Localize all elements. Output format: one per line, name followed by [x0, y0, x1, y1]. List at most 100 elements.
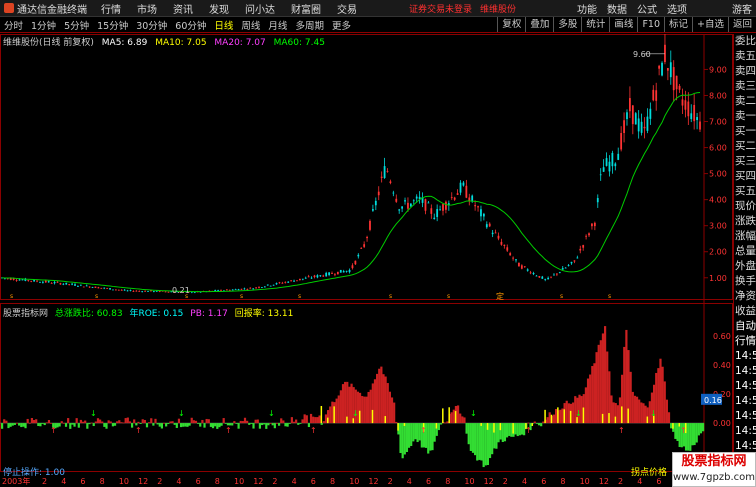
indicator-bar — [158, 423, 161, 427]
indicator-bar-yellow — [493, 423, 495, 433]
indicator-bar — [546, 417, 549, 424]
menu-functions[interactable]: 功能 — [572, 1, 602, 16]
period-tab[interactable]: 30分钟 — [132, 18, 171, 32]
indicator-bar — [405, 423, 409, 453]
kline-candle — [258, 286, 260, 288]
kline-candle — [269, 285, 272, 287]
x-axis-month-label: 8 — [215, 477, 220, 486]
indicator-bar — [584, 387, 588, 424]
quote-panel-item[interactable]: 买二 — [734, 139, 756, 154]
indicator-bar — [565, 400, 568, 424]
period-tab[interactable]: 月线 — [264, 18, 291, 32]
quote-panel-item[interactable]: 现价 — [734, 199, 756, 214]
quote-panel-item[interactable]: 委比 — [734, 34, 756, 49]
indicator-bar — [450, 412, 453, 424]
quote-panel-item[interactable]: 收益 — [734, 304, 756, 319]
indicator-bar — [697, 423, 700, 436]
quote-panel-item[interactable]: 14:50 — [734, 364, 756, 379]
period-tab[interactable]: 周线 — [237, 18, 264, 32]
signal-arrow: ↑ — [525, 426, 532, 435]
indicator-bar — [190, 417, 193, 424]
f10-button[interactable]: F10 — [637, 17, 664, 32]
quote-panel-item[interactable]: 外盘 — [734, 259, 756, 274]
x-axis-month-label: 12 — [138, 477, 148, 486]
quote-panel-item[interactable]: 净资 — [734, 289, 756, 304]
kline-candle — [553, 274, 555, 276]
indicator-bar — [540, 423, 543, 427]
adjust-button[interactable]: 复权 — [497, 17, 525, 32]
quote-panel-item[interactable]: 涨跌 — [734, 214, 756, 229]
back-button[interactable]: 返回 — [727, 17, 756, 32]
chart-area[interactable]: 9.00 8.00 7.00 6.00 5.00 4.00 3.00 2.00 1.00 9.60… — [0, 30, 733, 487]
indicator-bar — [318, 415, 321, 424]
draw-line-button[interactable]: 画线 — [609, 17, 637, 32]
menu-ask[interactable]: 问小达 — [237, 1, 283, 16]
overlay-button[interactable]: 叠加 — [525, 17, 553, 32]
add-watchlist-button[interactable]: +自选 — [692, 17, 728, 32]
indicator-bar — [260, 423, 264, 426]
menu-data[interactable]: 数据 — [602, 1, 632, 16]
quote-panel-item[interactable]: 总量 — [734, 244, 756, 259]
quote-panel-item[interactable]: 14:50 — [734, 409, 756, 424]
quote-panel-item[interactable]: 涨幅 — [734, 229, 756, 244]
guest-user[interactable]: 游客 — [732, 1, 752, 16]
quote-panel-item[interactable]: 卖一 — [734, 109, 756, 124]
kline-candle — [623, 120, 625, 134]
period-tab[interactable]: 60分钟 — [171, 18, 210, 32]
period-tab[interactable]: 1分钟 — [27, 18, 60, 32]
kline-chart[interactable]: 9.00 8.00 7.00 6.00 5.00 4.00 3.00 2.00 1.00 9.60… — [0, 30, 733, 487]
kline-candle — [345, 270, 348, 272]
quote-panel-item[interactable]: 卖三 — [734, 79, 756, 94]
quote-panel-item[interactable]: 卖二 — [734, 94, 756, 109]
period-tab[interactable]: 5分钟 — [60, 18, 93, 32]
kline-candle — [132, 290, 135, 292]
indicator-bar — [331, 401, 334, 424]
menu-formula[interactable]: 公式 — [632, 1, 662, 16]
kline-candle — [228, 289, 231, 291]
quote-panel-item[interactable]: 买四 — [734, 169, 756, 184]
sub-tick-label: 0.60 — [713, 332, 731, 341]
kline-candle — [535, 275, 538, 277]
login-notice[interactable]: 证券交易未登录 — [409, 2, 472, 15]
period-tab[interactable]: 分时 — [0, 18, 27, 32]
quote-panel-item[interactable]: 14:50 — [734, 394, 756, 409]
kline-candle — [532, 272, 535, 275]
menu-news[interactable]: 资讯 — [165, 1, 201, 16]
mark-button[interactable]: 标记 — [664, 17, 692, 32]
quote-panel-item[interactable]: 卖四 — [734, 64, 756, 79]
menu-market[interactable]: 市场 — [129, 1, 165, 16]
event-dot: s — [389, 293, 392, 300]
indicator-bar — [593, 363, 596, 424]
quote-panel-item[interactable]: 卖五 — [734, 49, 756, 64]
quote-panel-item[interactable]: 买五 — [734, 184, 756, 199]
quote-panel-item[interactable]: 行情 — [734, 334, 756, 349]
kline-candle — [672, 67, 675, 91]
menu-trade[interactable]: 交易 — [329, 1, 365, 16]
quote-panel-item[interactable]: 14:50 — [734, 349, 756, 364]
kline-candle — [520, 265, 523, 269]
quote-panel-item[interactable]: 买三 — [734, 154, 756, 169]
current-stock-name: 维维股份 — [480, 4, 517, 15]
period-tab[interactable]: 15分钟 — [93, 18, 132, 32]
indicator-bar — [28, 422, 31, 424]
quote-panel-item[interactable]: 买一 — [734, 124, 756, 139]
menu-wealth[interactable]: 财富圈 — [283, 1, 329, 16]
indicator-bar — [476, 423, 479, 461]
period-tab[interactable]: 多周期 — [291, 18, 328, 32]
indicator-bar — [99, 419, 102, 424]
kline-candle — [372, 209, 374, 211]
period-tab-more[interactable]: 更多 — [328, 18, 355, 32]
multi-stock-button[interactable]: 多股 — [553, 17, 581, 32]
menu-market-quote[interactable]: 行情 — [93, 1, 129, 16]
quote-panel-item[interactable]: 14:50 — [734, 379, 756, 394]
quote-panel-item[interactable]: 自动 — [734, 319, 756, 334]
indicator-bar — [514, 423, 517, 435]
stats-button[interactable]: 统计 — [581, 17, 609, 32]
kline-candle — [602, 167, 605, 172]
quote-panel-item[interactable]: 14:50 — [734, 424, 756, 439]
menu-options[interactable]: 选项 — [662, 1, 692, 16]
menu-discover[interactable]: 发现 — [201, 1, 237, 16]
quote-panel-item[interactable]: 换手 — [734, 274, 756, 289]
period-tab-daily[interactable]: 日线 — [210, 18, 237, 32]
event-dot: s — [608, 293, 611, 300]
